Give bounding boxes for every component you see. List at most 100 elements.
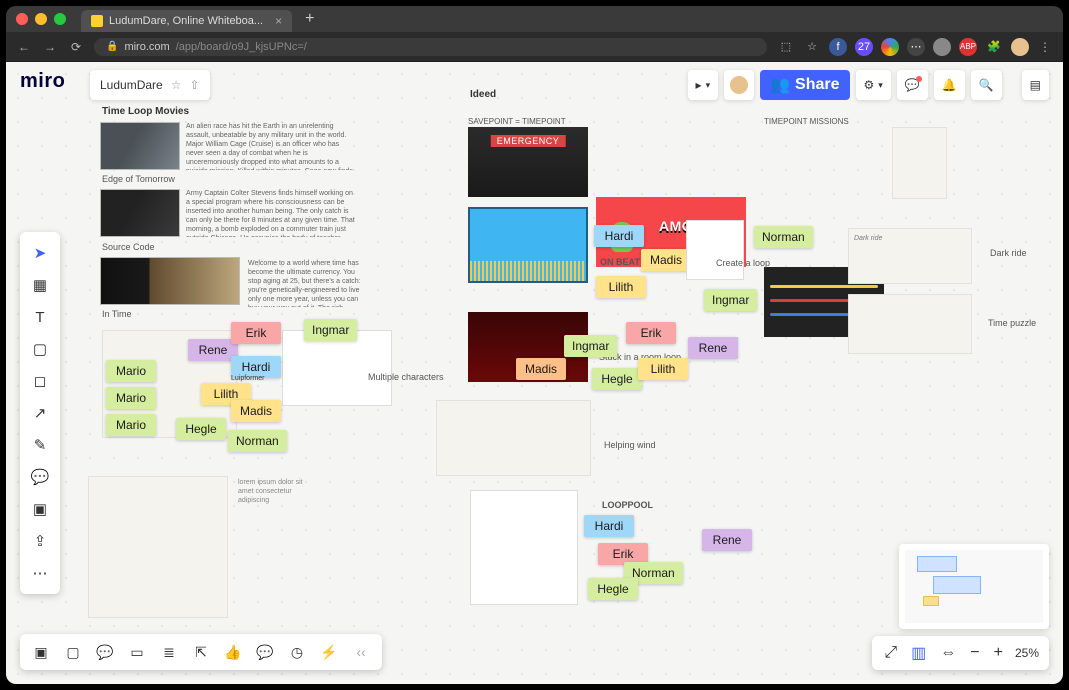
collapse-bottom-icon[interactable]: ‹‹ <box>346 638 376 666</box>
settings-icon[interactable]: ⚙▾ <box>856 70 891 100</box>
thumbs-up-icon[interactable]: 👍 <box>218 638 248 666</box>
maximize-window-button[interactable] <box>54 13 66 25</box>
forward-button[interactable]: → <box>42 39 58 55</box>
star-icon[interactable]: ☆ <box>803 38 821 56</box>
sticky[interactable]: Hegle <box>592 368 642 390</box>
frames-icon[interactable]: ▣ <box>26 638 56 666</box>
fullscreen-icon[interactable]: ⤢ <box>882 644 899 662</box>
sticky[interactable]: Lilith <box>596 276 646 298</box>
new-tab-button[interactable]: + <box>305 10 314 28</box>
sticky[interactable]: Norman <box>228 430 287 452</box>
movie-caption[interactable]: Source Code <box>102 242 155 252</box>
label[interactable]: Time puzzle <box>988 318 1036 328</box>
miro-logo[interactable]: miro <box>20 70 65 93</box>
share-button[interactable]: 👥 Share <box>760 70 849 100</box>
sticky[interactable]: Hardi <box>584 515 634 537</box>
sketch-helping-wind[interactable] <box>436 400 591 476</box>
comment-tool[interactable]: 💬 <box>24 462 56 492</box>
sticky[interactable]: Norman <box>754 226 813 248</box>
pen-tool[interactable]: ✎ <box>24 430 56 460</box>
movie-desc[interactable]: Army Captain Colter Stevens finds himsel… <box>186 189 356 237</box>
reload-button[interactable]: ⟳ <box>68 39 84 55</box>
cursor-mode-button[interactable]: ▸▾ <box>688 70 719 100</box>
section-title[interactable]: Time Loop Movies <box>102 106 189 117</box>
map-icon[interactable]: ▥ <box>909 643 928 663</box>
card-icon[interactable]: ▭ <box>122 638 152 666</box>
movie-caption[interactable]: Edge of Tomorrow <box>102 174 175 184</box>
overflow-menu[interactable]: ⋮ <box>1037 39 1053 55</box>
sticky[interactable]: Mario <box>106 360 156 382</box>
image-onbeat[interactable] <box>468 207 588 283</box>
export-icon[interactable]: ⇱ <box>186 638 216 666</box>
sketch-timepoint[interactable] <box>892 127 947 199</box>
ext-menu-icon[interactable]: 🧩 <box>985 38 1003 56</box>
sticky[interactable]: Ingmar <box>564 335 617 357</box>
sticky[interactable]: Ingmar <box>704 289 757 311</box>
movie-desc[interactable]: Welcome to a world where time has become… <box>248 259 363 307</box>
sticky[interactable]: Madis <box>516 358 566 380</box>
frame-tool[interactable]: ▣ <box>24 494 56 524</box>
image-in-time[interactable] <box>100 257 240 305</box>
label[interactable]: Multiple characters <box>368 372 444 382</box>
upload-icon[interactable]: ⇧ <box>189 78 199 92</box>
label[interactable]: LOOPPOOL <box>602 500 653 510</box>
sketch-loop[interactable] <box>686 220 744 280</box>
close-tab-button[interactable]: × <box>275 14 282 28</box>
label[interactable]: TIMEPOINT MISSIONS <box>764 117 849 126</box>
present-icon[interactable]: ▢ <box>58 638 88 666</box>
ext-icon[interactable] <box>933 38 951 56</box>
back-button[interactable]: ← <box>16 39 32 55</box>
sketch-notes[interactable]: lorem ipsum dolor sit amet consectetur a… <box>238 478 308 518</box>
section-title[interactable]: Ideed <box>470 89 496 100</box>
profile-avatar[interactable] <box>1011 38 1029 56</box>
ext-icon[interactable]: f <box>829 38 847 56</box>
sticky[interactable]: Mario <box>106 387 156 409</box>
more-tools[interactable]: ⋯ <box>24 558 56 588</box>
movie-desc[interactable]: An alien race has hit the Earth in an un… <box>186 122 356 170</box>
sticky[interactable]: Erik <box>231 322 281 344</box>
image-edge-of-tomorrow[interactable] <box>100 122 180 170</box>
timer-icon[interactable]: ◷ <box>282 638 312 666</box>
sticky-subtext[interactable]: Luipformer <box>231 374 264 383</box>
comments-icon[interactable]: 💬 <box>897 70 928 100</box>
label[interactable]: Dark ride <box>990 248 1027 258</box>
label[interactable]: Helping wind <box>604 440 656 450</box>
label[interactable]: ON BEAT <box>600 257 640 267</box>
sticky[interactable]: Lilith <box>638 358 688 380</box>
fit-icon[interactable]: ⇔ <box>938 644 958 662</box>
select-tool[interactable]: ➤ <box>24 238 56 268</box>
zoom-out-button[interactable]: − <box>968 644 981 662</box>
search-icon[interactable]: 🔍 <box>971 70 1002 100</box>
presence-avatars[interactable] <box>724 70 754 100</box>
ext-icon[interactable]: ABP <box>959 38 977 56</box>
minimize-window-button[interactable] <box>35 13 47 25</box>
zoom-in-button[interactable]: + <box>992 644 1005 662</box>
label[interactable]: SAVEPOINT = TIMEPOINT <box>468 117 566 126</box>
history-icon[interactable]: ≣ <box>154 638 184 666</box>
shape-tool[interactable]: ◻ <box>24 366 56 396</box>
sketch-luipformer[interactable] <box>88 476 228 618</box>
sketch-time-puzzle[interactable] <box>848 294 972 354</box>
voting-icon[interactable]: ⚡ <box>314 638 344 666</box>
minimap[interactable] <box>899 544 1049 629</box>
comments-bottom-icon[interactable]: 💬 <box>90 638 120 666</box>
label[interactable]: Create a loop <box>716 258 770 268</box>
sketch-looppool[interactable] <box>470 490 578 605</box>
sticky[interactable]: Rene <box>688 337 738 359</box>
close-window-button[interactable] <box>16 13 28 25</box>
sticky[interactable]: Hardi <box>594 225 644 247</box>
notes-panel-button[interactable]: ▤ <box>1022 70 1049 100</box>
star-board-icon[interactable]: ☆ <box>171 78 182 92</box>
notifications-icon[interactable]: 🔔 <box>934 70 965 100</box>
sticky[interactable]: Mario <box>106 414 156 436</box>
movie-caption[interactable]: In Time <box>102 309 132 319</box>
sticky[interactable]: Madis <box>231 400 281 422</box>
template-tool[interactable]: ▦ <box>24 270 56 300</box>
sticky[interactable]: Hegle <box>176 418 226 440</box>
sticky-tool[interactable]: ▢ <box>24 334 56 364</box>
text-tool[interactable]: T <box>24 302 56 332</box>
url-bar[interactable]: 🔒 miro.com/app/board/o9J_kjsUPNc=/ <box>94 38 767 56</box>
ext-icon[interactable]: ⋯ <box>907 38 925 56</box>
sticky[interactable]: Hegle <box>588 578 638 600</box>
board-name-chip[interactable]: LudumDare ☆ ⇧ <box>90 70 210 100</box>
